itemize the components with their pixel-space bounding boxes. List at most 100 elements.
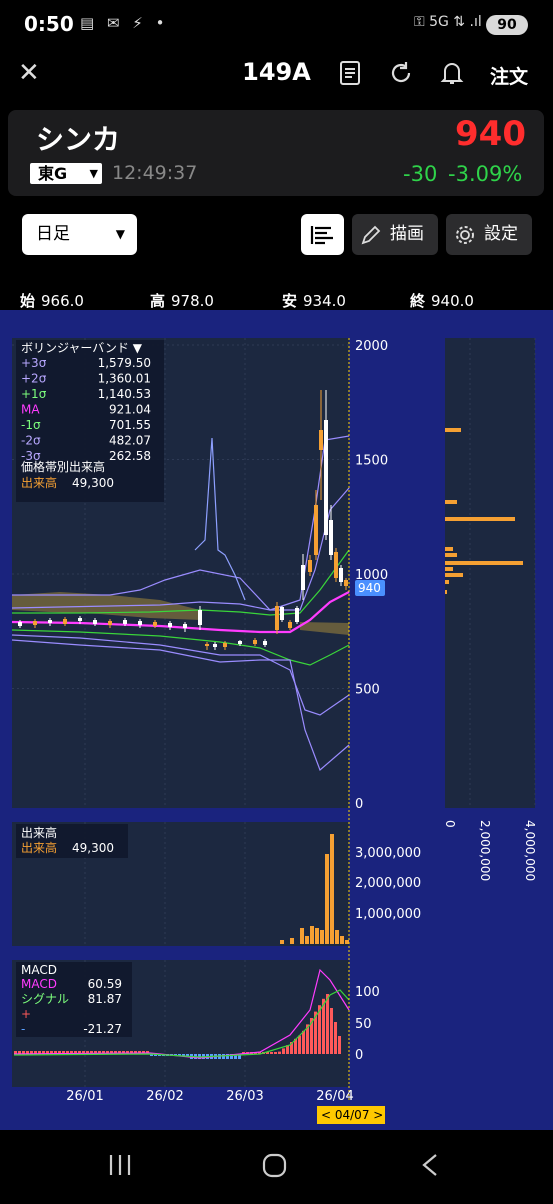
volume-bar: [335, 930, 339, 944]
chart-area[interactable]: ボリンジャーバンド ▼ +3σ 1,579.50 +2σ 1,360.01 +1σ 1,1…: [0, 310, 553, 1130]
x-axis-label: 26/02: [146, 1089, 183, 1104]
volume-bar: [320, 930, 324, 944]
pencil-icon: [361, 225, 381, 245]
legend-row-name: +3σ: [21, 356, 47, 370]
volume-bar: [305, 936, 309, 944]
candle-body: [153, 622, 157, 626]
candle-body: [78, 618, 82, 621]
legend-volume-label: 出来高: [21, 475, 57, 490]
volume-profile-bar: [445, 517, 515, 521]
volume-axis-label: 3,000,000: [355, 846, 421, 861]
ohlc-low: 安 934.0: [282, 290, 346, 311]
current-price: 940: [455, 114, 526, 154]
macd-row-name: シグナル: [21, 992, 69, 1006]
home-icon[interactable]: [262, 1153, 287, 1178]
price-axis-label: 1500: [355, 454, 388, 469]
candle-body: [308, 560, 312, 572]
legend-row-value: 1,360.01: [98, 372, 151, 386]
draw-button[interactable]: 描画: [352, 214, 438, 255]
legend-row-value: 262.58: [109, 449, 151, 463]
macd-hist-bar: [222, 1054, 225, 1059]
price-change-percent: -3.09%: [448, 162, 523, 186]
candle-body: [334, 552, 338, 578]
legend-row-name: -2σ: [21, 434, 41, 448]
candle-body: [253, 640, 257, 644]
macd-row-name: MACD: [21, 977, 57, 991]
app-header: ✕ 149A 注文: [0, 50, 553, 100]
volume-legend-title: 出来高: [21, 825, 57, 840]
volume-profile-bar: [445, 547, 453, 551]
candle-body: [223, 643, 227, 647]
refresh-icon[interactable]: [388, 60, 414, 92]
chevron-down-icon: ▼: [115, 227, 125, 241]
volume-axis-label: 1,000,000: [355, 907, 421, 922]
bell-icon[interactable]: [440, 60, 464, 92]
ohlc-close-value: 940.0: [431, 292, 474, 310]
date-badge-text: < 04/07 >: [321, 1108, 383, 1122]
volume-profile-bar: [445, 573, 463, 577]
candle-body: [18, 622, 22, 626]
macd-axis-label: 50: [355, 1017, 372, 1032]
back-icon[interactable]: [422, 1154, 437, 1176]
price-axis: 2000150010005000: [355, 339, 388, 812]
stock-summary-card: シンカ 940 東G ▼ 12:49:37 -30 -3.09%: [8, 110, 544, 196]
legend-row-name: -1σ: [21, 418, 41, 432]
ohlc-open-value: 966.0: [41, 292, 84, 310]
candle-body: [168, 623, 172, 627]
volume-bar: [315, 928, 319, 944]
order-button[interactable]: 注文: [490, 62, 528, 89]
macd-row-name: +: [21, 1007, 31, 1021]
price-change: -30: [403, 162, 438, 186]
candle-body: [183, 624, 187, 628]
volume-profile-bar: [445, 590, 447, 594]
macd-hist-bar: [338, 1036, 341, 1054]
ohlc-close-label: 終: [410, 292, 426, 310]
price-axis-label: 2000: [355, 339, 388, 354]
candle-body: [205, 644, 209, 646]
candle-body: [263, 641, 267, 645]
ohlc-low-value: 934.0: [303, 292, 346, 310]
volume-profile-axis-label: 0: [443, 820, 457, 828]
macd-hist-bar: [270, 1052, 273, 1054]
candle-body: [314, 505, 318, 555]
volume-profile-bar: [445, 428, 461, 432]
candle-body: [329, 520, 333, 555]
volume-profile-bar: [445, 580, 449, 584]
period-select[interactable]: 日足 ▼: [22, 214, 137, 255]
macd-row-name: -: [21, 1022, 25, 1036]
volume-profile-axis-label: 4,000,000: [523, 820, 537, 881]
ohlc-open-label: 始: [20, 292, 36, 310]
bar-list-icon: [310, 226, 333, 245]
macd-hist-bar: [334, 1022, 337, 1054]
recents-icon[interactable]: [109, 1155, 131, 1175]
volume-bar: [345, 940, 349, 944]
candle-body: [288, 622, 292, 628]
price-axis-label: 500: [355, 683, 380, 698]
legend-title[interactable]: ボリンジャーバンド ▼: [21, 341, 143, 355]
macd-hist-bar: [282, 1048, 285, 1054]
candle-body: [33, 621, 37, 625]
status-time: 0:50: [24, 12, 74, 36]
signal-icons: ⚿ 5G ⇅ .ıl: [414, 14, 482, 30]
price-axis-label: 0: [355, 797, 363, 812]
macd-axis: 100 50 0: [355, 985, 380, 1063]
settings-label: 設定: [484, 224, 518, 244]
gear-icon: [456, 226, 474, 244]
stock-chart[interactable]: ボリンジャーバンド ▼ +3σ 1,579.50 +2σ 1,360.01 +1σ 1,1…: [0, 310, 553, 1130]
document-icon[interactable]: [338, 60, 362, 92]
legend-extra: 価格帯別出来高: [21, 459, 105, 474]
bar-list-button[interactable]: [301, 214, 344, 255]
macd-hist-bar: [330, 1008, 333, 1054]
candle-body: [295, 608, 299, 622]
volume-profile-bar: [445, 561, 523, 565]
volume-profile-bar: [445, 500, 457, 504]
quote-time: 12:49:37: [112, 162, 198, 184]
volume-profile-bar: [445, 553, 457, 557]
market-select[interactable]: 東G ▼: [30, 163, 102, 184]
x-axis-label: 26/04: [316, 1089, 353, 1104]
macd-hist-bar: [278, 1051, 281, 1054]
ohlc-high: 高 978.0: [150, 290, 214, 311]
settings-button[interactable]: 設定: [446, 214, 532, 255]
legend-row-name: MA: [21, 403, 40, 417]
legend-row-value: 482.07: [109, 434, 151, 448]
